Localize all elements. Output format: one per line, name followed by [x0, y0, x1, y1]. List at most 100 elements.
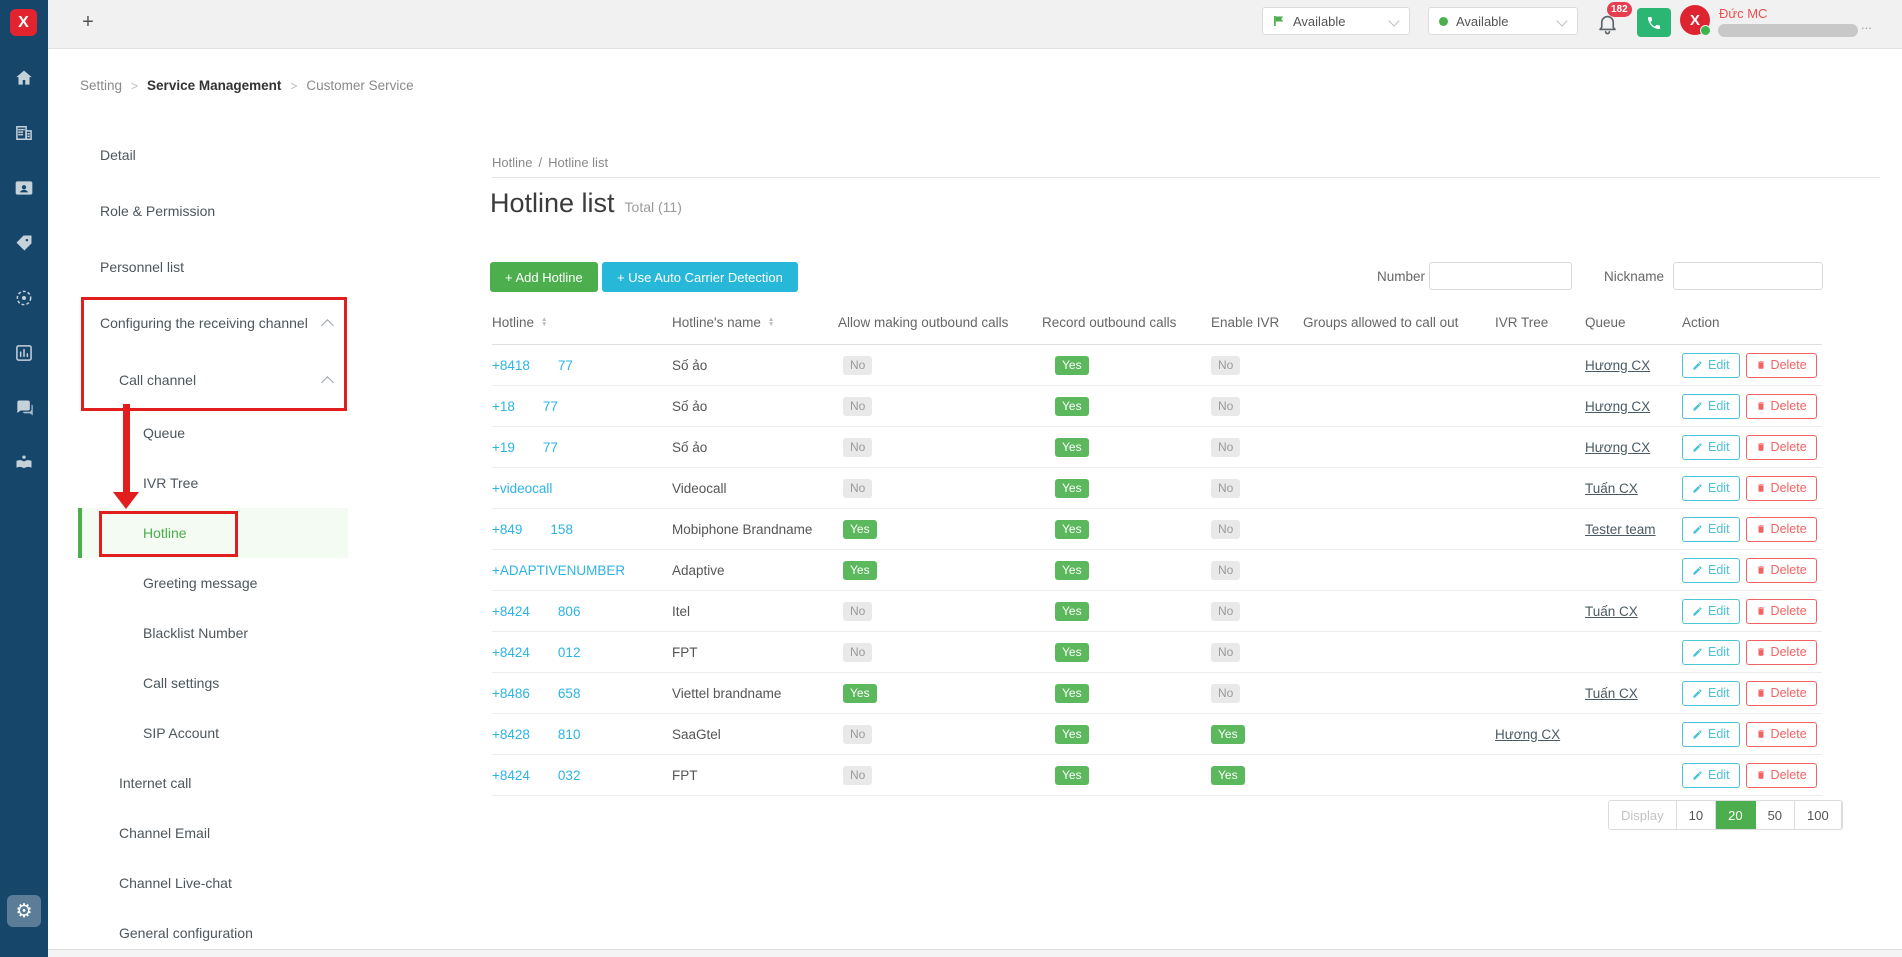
- edit-button[interactable]: Edit: [1682, 599, 1740, 624]
- delete-button[interactable]: Delete: [1746, 763, 1817, 788]
- delete-button[interactable]: Delete: [1746, 599, 1817, 624]
- table-row: +videocall Videocall No Yes No: [492, 468, 1822, 509]
- page-size-option[interactable]: 20: [1716, 801, 1755, 829]
- reports-icon[interactable]: [0, 338, 48, 368]
- hotline-number-link[interactable]: +8418 77: [492, 358, 672, 373]
- delete-button[interactable]: Delete: [1746, 558, 1817, 583]
- menu-item[interactable]: Blacklist Number: [78, 608, 348, 658]
- allow-outbound-badge: No: [843, 438, 872, 457]
- edit-button[interactable]: Edit: [1682, 476, 1740, 501]
- action-cell: Edit Delete: [1682, 681, 1822, 706]
- menu-item[interactable]: Personnel list: [78, 239, 348, 295]
- menu-item[interactable]: General configuration: [78, 908, 348, 957]
- menu-item[interactable]: Internet call: [78, 758, 348, 808]
- menu-item[interactable]: IVR Tree: [78, 458, 348, 508]
- column-header: Enable IVR ▲▼: [1211, 315, 1303, 330]
- queue-link[interactable]: Hương CX: [1585, 399, 1650, 414]
- path-section[interactable]: Hotline: [492, 155, 532, 170]
- hotline-number-link[interactable]: +8486 658: [492, 686, 672, 701]
- hotline-number-link[interactable]: +8424 012: [492, 645, 672, 660]
- edit-button[interactable]: Edit: [1682, 435, 1740, 460]
- number-filter-input[interactable]: [1429, 262, 1572, 290]
- menu-item[interactable]: Call channel: [78, 351, 348, 408]
- menu-item[interactable]: Greeting message: [78, 558, 348, 608]
- queue-link[interactable]: Tuấn CX: [1585, 604, 1638, 619]
- home-icon[interactable]: [0, 63, 48, 93]
- allow-outbound-badge: No: [843, 479, 872, 498]
- organization-icon[interactable]: [0, 118, 48, 148]
- breadcrumb-customer-service[interactable]: Customer Service: [306, 78, 413, 93]
- hotline-cell: +8424 032: [492, 768, 672, 783]
- edit-button[interactable]: Edit: [1682, 353, 1740, 378]
- menu-item[interactable]: Channel Live-chat: [78, 858, 348, 908]
- breadcrumb-setting[interactable]: Setting: [80, 78, 122, 93]
- hotline-number-link[interactable]: +8424 806: [492, 604, 672, 619]
- page-size-option[interactable]: 50: [1756, 801, 1795, 829]
- delete-button[interactable]: Delete: [1746, 681, 1817, 706]
- trash-icon: [1756, 605, 1766, 617]
- hotline-number-link[interactable]: +ADAPTIVENUMBER: [492, 563, 672, 578]
- menu-item[interactable]: Queue: [78, 408, 348, 458]
- breadcrumb-service-management[interactable]: Service Management: [147, 78, 281, 93]
- hotline-number-link[interactable]: +19 77: [492, 440, 672, 455]
- chevron-down-icon: [1388, 15, 1399, 26]
- edit-button[interactable]: Edit: [1682, 558, 1740, 583]
- hotline-number-link[interactable]: +videocall: [492, 481, 672, 496]
- status-dropdown-secondary[interactable]: Available: [1428, 7, 1578, 35]
- delete-button[interactable]: Delete: [1746, 476, 1817, 501]
- edit-button[interactable]: Edit: [1682, 517, 1740, 542]
- menu-item[interactable]: Call settings: [78, 658, 348, 708]
- hotline-number-link[interactable]: +8424 032: [492, 768, 672, 783]
- edit-button[interactable]: Edit: [1682, 722, 1740, 747]
- page-size-option[interactable]: 100: [1795, 801, 1842, 829]
- delete-button[interactable]: Delete: [1746, 394, 1817, 419]
- use-auto-carrier-detection-button[interactable]: + Use Auto Carrier Detection: [602, 262, 798, 292]
- hotline-number-link[interactable]: +849 158: [492, 522, 672, 537]
- contacts-icon[interactable]: [0, 173, 48, 203]
- status-dropdown-primary[interactable]: Available: [1262, 7, 1410, 35]
- queue-link[interactable]: Tester team: [1585, 522, 1656, 537]
- hotline-number-link[interactable]: +18 77: [492, 399, 672, 414]
- edit-button[interactable]: Edit: [1682, 763, 1740, 788]
- user-avatar[interactable]: X: [1680, 5, 1710, 35]
- settings-gear-icon[interactable]: ⚙: [7, 895, 41, 927]
- target-icon[interactable]: [0, 283, 48, 313]
- menu-item[interactable]: SIP Account: [78, 708, 348, 758]
- allow-outbound-badge: No: [843, 602, 872, 621]
- column-header[interactable]: Hotline's name ▲▼: [672, 315, 838, 330]
- page-size-option[interactable]: Display: [1609, 801, 1677, 829]
- edit-button[interactable]: Edit: [1682, 394, 1740, 419]
- delete-button[interactable]: Delete: [1746, 640, 1817, 665]
- menu-item[interactable]: Configuring the receiving channel: [78, 295, 348, 351]
- queue-link[interactable]: Hương CX: [1585, 440, 1650, 455]
- menu-item-label: Hotline: [143, 525, 187, 541]
- menu-item[interactable]: Detail: [78, 127, 348, 183]
- tag-icon[interactable]: [0, 228, 48, 258]
- edit-button[interactable]: Edit: [1682, 681, 1740, 706]
- new-tab-button[interactable]: +: [76, 11, 100, 34]
- brand-logo[interactable]: X: [10, 9, 37, 36]
- page-size-option[interactable]: 10: [1677, 801, 1716, 829]
- menu-item[interactable]: Role & Permission: [78, 183, 348, 239]
- hotline-number-link[interactable]: +8428 810: [492, 727, 672, 742]
- delete-button[interactable]: Delete: [1746, 517, 1817, 542]
- record-outbound-cell: Yes: [1042, 725, 1211, 744]
- delete-button[interactable]: Delete: [1746, 722, 1817, 747]
- add-hotline-button[interactable]: + Add Hotline: [490, 262, 598, 292]
- queue-link[interactable]: Hương CX: [1585, 358, 1650, 373]
- chat-icon[interactable]: [0, 393, 48, 423]
- delete-button[interactable]: Delete: [1746, 435, 1817, 460]
- care-icon[interactable]: [0, 448, 48, 478]
- nickname-filter-input[interactable]: [1673, 262, 1823, 290]
- queue-link[interactable]: Tuấn CX: [1585, 481, 1638, 496]
- delete-button[interactable]: Delete: [1746, 353, 1817, 378]
- trash-icon: [1756, 523, 1766, 535]
- menu-item[interactable]: Hotline: [78, 508, 348, 558]
- ivr-tree-link[interactable]: Hương CX: [1495, 727, 1560, 742]
- edit-button[interactable]: Edit: [1682, 640, 1740, 665]
- menu-item[interactable]: Channel Email: [78, 808, 348, 858]
- column-header[interactable]: Hotline ▲▼: [492, 315, 672, 330]
- queue-link[interactable]: Tuấn CX: [1585, 686, 1638, 701]
- phone-call-button[interactable]: [1637, 8, 1671, 37]
- settings-menu: Detail Role & Permission Personnel list …: [78, 127, 348, 957]
